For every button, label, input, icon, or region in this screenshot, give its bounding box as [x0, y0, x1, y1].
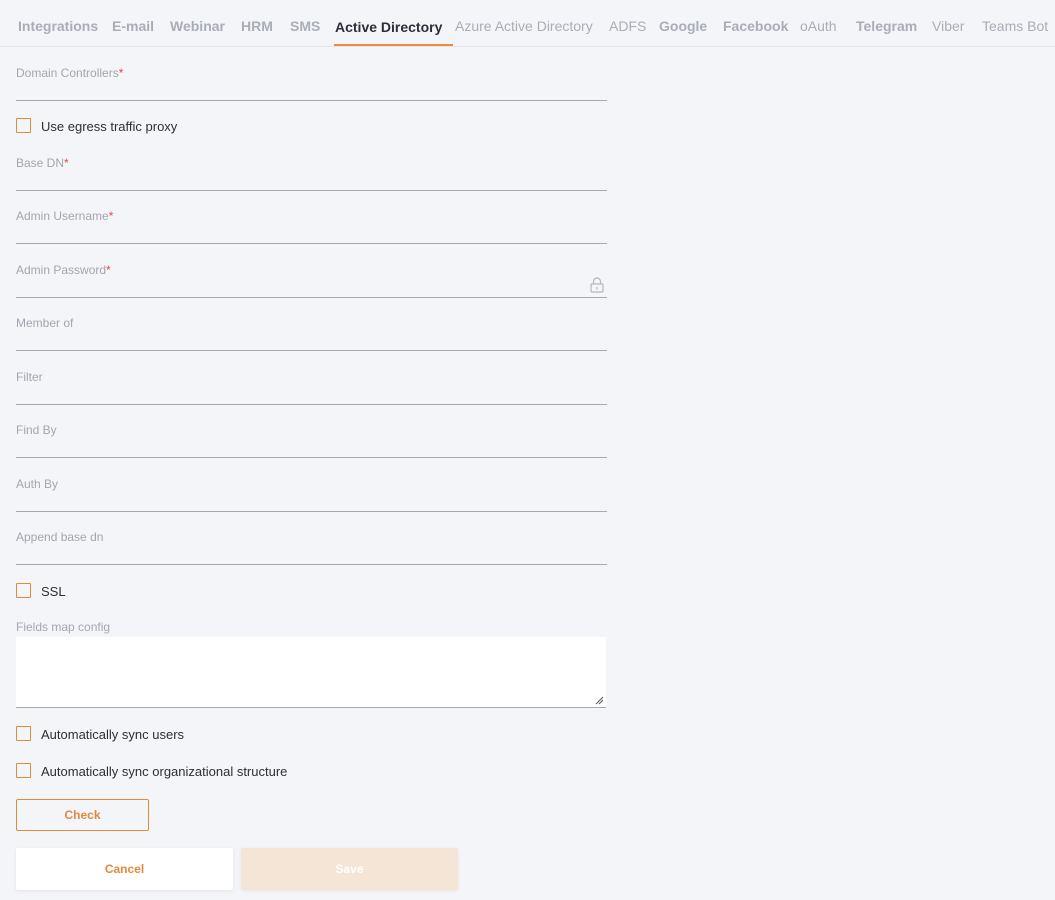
admin-username-field[interactable]: Admin Username*	[16, 209, 607, 244]
admin-password-field[interactable]: Admin Password*	[16, 263, 607, 298]
tab-sms[interactable]: SMS	[290, 17, 320, 35]
ssl-checkbox[interactable]	[16, 583, 31, 598]
tab-google[interactable]: Google	[659, 17, 707, 35]
append-base-dn-label: Append base dn	[16, 530, 104, 544]
required-mark: *	[64, 156, 69, 170]
ssl-row[interactable]: SSL	[16, 583, 96, 601]
tab-hrm[interactable]: HRM	[241, 17, 273, 35]
base-dn-label: Base DN*	[16, 156, 69, 170]
admin-username-label: Admin Username*	[16, 209, 114, 223]
member-of-input[interactable]	[16, 330, 576, 348]
auto-sync-org-row[interactable]: Automatically sync organizational struct…	[16, 763, 316, 781]
required-mark: *	[118, 66, 124, 80]
tab-adfs[interactable]: ADFS	[609, 17, 646, 35]
resize-handle-icon[interactable]	[595, 696, 604, 705]
tab-active-directory[interactable]: Active Directory	[335, 18, 442, 36]
domain-controllers-field[interactable]: Domain Controllers*	[16, 66, 607, 101]
integration-tabs: Integrations E-mail Webinar HRM SMS Acti…	[0, 0, 1055, 47]
tab-azure-active-directory[interactable]: Azure Active Directory	[455, 17, 593, 35]
domain-controllers-input[interactable]	[16, 80, 576, 98]
find-by-input[interactable]	[16, 437, 576, 455]
base-dn-field[interactable]: Base DN*	[16, 156, 607, 191]
auto-sync-users-label: Automatically sync users	[41, 727, 185, 742]
cancel-button[interactable]: Cancel	[16, 848, 233, 890]
tab-telegram[interactable]: Telegram	[856, 17, 917, 35]
member-of-field[interactable]: Member of	[16, 316, 607, 351]
check-button[interactable]: Check	[16, 799, 149, 831]
find-by-field[interactable]: Find By	[16, 423, 607, 458]
active-tab-indicator	[334, 44, 453, 46]
admin-password-label: Admin Password*	[16, 263, 111, 277]
auto-sync-users-checkbox[interactable]	[16, 726, 31, 741]
tab-facebook[interactable]: Facebook	[723, 17, 788, 35]
tab-oauth[interactable]: oAuth	[800, 17, 837, 35]
auto-sync-org-label: Automatically sync organizational struct…	[41, 764, 288, 779]
tab-email[interactable]: E-mail	[112, 17, 154, 35]
lock-icon	[590, 277, 604, 293]
ssl-label: SSL	[41, 584, 66, 599]
required-mark: *	[108, 209, 114, 223]
base-dn-input[interactable]	[16, 170, 576, 188]
append-base-dn-field[interactable]: Append base dn	[16, 530, 607, 565]
required-mark: *	[106, 263, 111, 277]
egress-proxy-row[interactable]: Use egress traffic proxy	[16, 118, 216, 136]
admin-password-input[interactable]	[16, 277, 576, 295]
tab-teams-bot[interactable]: Teams Bot	[982, 17, 1048, 35]
filter-field[interactable]: Filter	[16, 370, 607, 405]
egress-proxy-label: Use egress traffic proxy	[41, 119, 178, 134]
fields-map-config-label: Fields map config	[16, 620, 111, 634]
tab-viber[interactable]: Viber	[932, 17, 964, 35]
tab-webinar[interactable]: Webinar	[170, 17, 225, 35]
filter-input[interactable]	[16, 384, 576, 402]
egress-proxy-checkbox[interactable]	[16, 118, 31, 133]
auth-by-label: Auth By	[16, 477, 59, 491]
auto-sync-org-checkbox[interactable]	[16, 763, 31, 778]
find-by-label: Find By	[16, 423, 57, 437]
auth-by-field[interactable]: Auth By	[16, 477, 607, 512]
append-base-dn-input[interactable]	[16, 544, 576, 562]
fields-map-config-textarea[interactable]	[16, 637, 606, 707]
filter-label: Filter	[16, 370, 43, 384]
fields-map-config-field[interactable]	[16, 637, 606, 708]
member-of-label: Member of	[16, 316, 74, 330]
auto-sync-users-row[interactable]: Automatically sync users	[16, 726, 216, 744]
save-button[interactable]: Save	[241, 848, 458, 890]
admin-username-input[interactable]	[16, 223, 576, 241]
auth-by-input[interactable]	[16, 491, 576, 509]
domain-controllers-label: Domain Controllers*	[16, 66, 124, 80]
tab-integrations[interactable]: Integrations	[18, 17, 98, 35]
